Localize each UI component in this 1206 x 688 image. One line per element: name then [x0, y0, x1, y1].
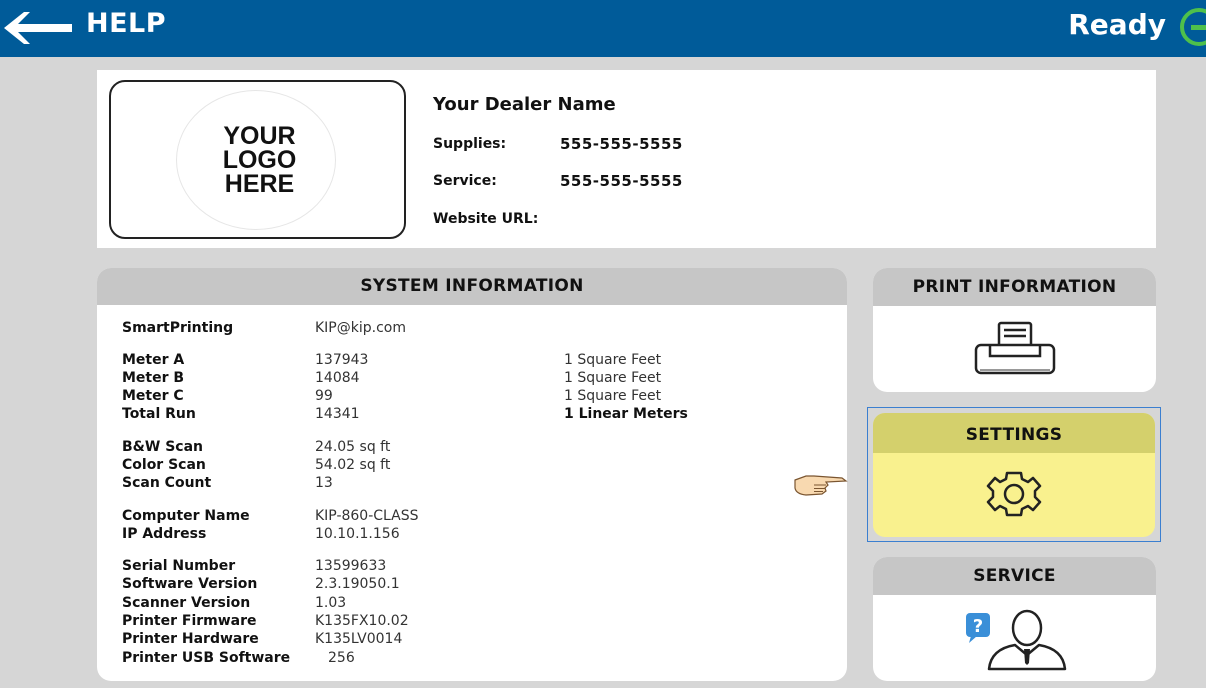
info-value: 137943	[315, 352, 369, 368]
website-label: Website URL:	[433, 211, 539, 227]
info-value: 13599633	[315, 558, 387, 574]
logo-line-1: YOUR	[223, 122, 296, 150]
info-unit: 1 Square Feet	[564, 388, 662, 404]
info-label: Meter A	[122, 352, 185, 368]
svg-text:?: ?	[973, 616, 983, 637]
info-label: Software Version	[122, 576, 258, 592]
info-label: Meter C	[122, 388, 184, 404]
info-unit: 1 Square Feet	[564, 352, 662, 368]
system-information-panel: SYSTEM INFORMATION SmartPrinting KIP@kip…	[97, 268, 847, 681]
service-header: SERVICE	[873, 557, 1156, 595]
gear-icon	[982, 468, 1046, 524]
info-value: 10.10.1.156	[315, 526, 400, 542]
dealer-name: Your Dealer Name	[433, 94, 616, 115]
supplies-phone: 555-555-5555	[560, 135, 683, 153]
info-value: 54.02 sq ft	[315, 457, 391, 473]
supplies-label: Supplies:	[433, 136, 507, 152]
info-label: Serial Number	[122, 558, 236, 574]
dealer-card: YOUR LOGO HERE Your Dealer Name Supplies…	[97, 70, 1156, 248]
info-label: Total Run	[122, 406, 196, 422]
info-label: IP Address	[122, 526, 207, 542]
info-value: 13	[315, 475, 333, 491]
service-label: Service:	[433, 173, 497, 189]
settings-selection-outline: SETTINGS	[867, 407, 1161, 542]
info-value: 24.05 sq ft	[315, 439, 391, 455]
info-value: K135LV0014	[315, 631, 403, 647]
print-information-card[interactable]: PRINT INFORMATION	[873, 268, 1156, 392]
info-value: 1.03	[315, 595, 347, 611]
info-label: Computer Name	[122, 508, 250, 524]
info-label: Printer Hardware	[122, 631, 259, 647]
info-value: KIP@kip.com	[315, 320, 406, 336]
info-value: K135FX10.02	[315, 613, 409, 629]
info-value: KIP-860-CLASS	[315, 508, 419, 524]
printer-icon	[972, 321, 1058, 381]
info-value: 14084	[315, 370, 360, 386]
info-value: 256	[328, 650, 355, 666]
dealer-logo: YOUR LOGO HERE	[109, 80, 406, 239]
service-phone: 555-555-5555	[560, 172, 683, 190]
top-bar: HELP Ready	[0, 0, 1206, 57]
info-unit: 1 Linear Meters	[564, 406, 688, 422]
page-title: HELP	[86, 8, 167, 39]
pointing-hand-icon	[792, 472, 848, 502]
logo-placeholder-text: YOUR LOGO HERE	[111, 122, 408, 198]
info-value: 2.3.19050.1	[315, 576, 400, 592]
logo-line-3: HERE	[224, 170, 295, 198]
info-label: B&W Scan	[122, 439, 203, 455]
info-label: Scan Count	[122, 475, 212, 491]
info-unit: 1 Square Feet	[564, 370, 662, 386]
system-information-header: SYSTEM INFORMATION	[97, 268, 847, 305]
info-label: Meter B	[122, 370, 185, 386]
info-value: 14341	[315, 406, 360, 422]
print-information-header: PRINT INFORMATION	[873, 268, 1156, 306]
arrow-left-icon	[4, 12, 72, 44]
back-button[interactable]	[0, 6, 80, 50]
info-label: SmartPrinting	[122, 320, 234, 336]
info-value: 99	[315, 388, 333, 404]
info-label: Printer Firmware	[122, 613, 257, 629]
info-label: Printer USB Software	[122, 650, 291, 666]
settings-header: SETTINGS	[873, 413, 1155, 453]
ready-status-icon	[1180, 8, 1206, 46]
printer-status: Ready	[1068, 8, 1166, 41]
service-card[interactable]: SERVICE ?	[873, 557, 1156, 681]
info-label: Scanner Version	[122, 595, 251, 611]
info-label: Color Scan	[122, 457, 206, 473]
logo-line-2: LOGO	[222, 146, 297, 174]
settings-card[interactable]: SETTINGS	[873, 413, 1155, 537]
help-person-icon: ?	[963, 607, 1073, 675]
